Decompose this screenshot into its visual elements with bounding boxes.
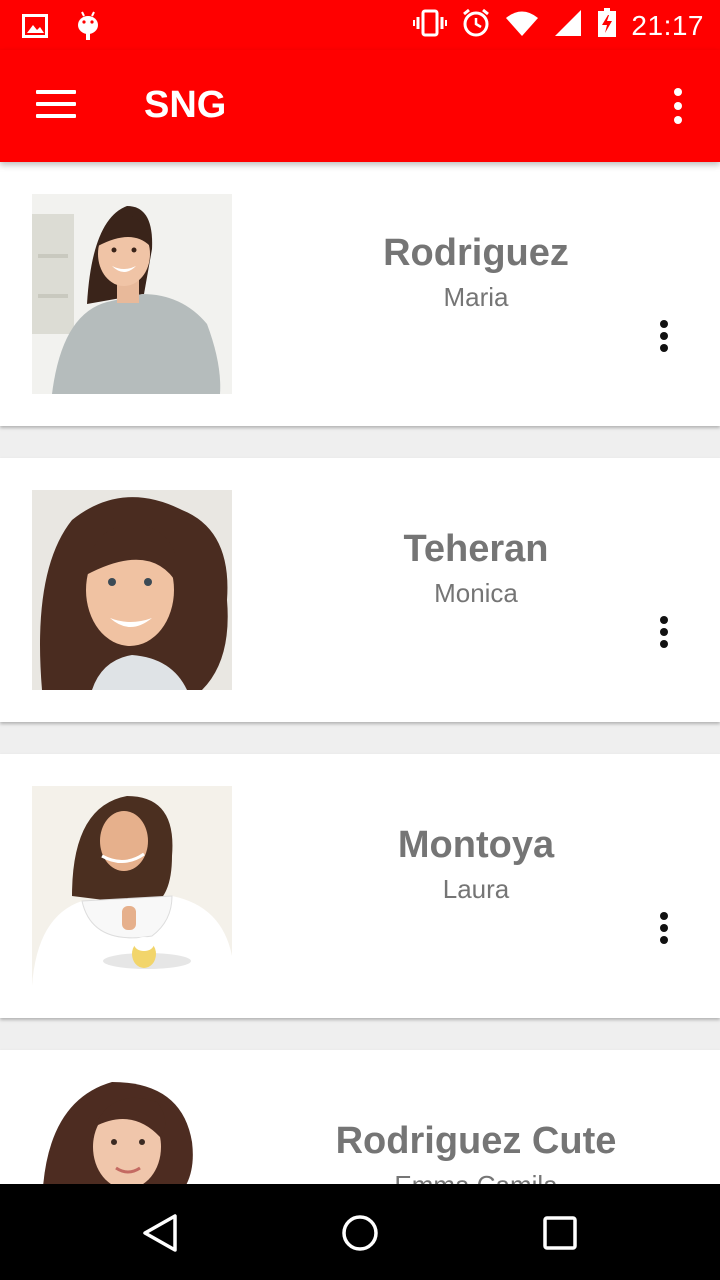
overflow-menu-icon[interactable] — [666, 88, 690, 128]
app-title: SNG — [144, 84, 227, 126]
home-icon[interactable] — [335, 1208, 385, 1258]
contact-first-name: Maria — [443, 282, 509, 312]
image-notification-icon — [22, 14, 48, 43]
contact-card[interactable]: Montoya Laura — [0, 754, 720, 1018]
contact-list[interactable]: Rodriguez Maria Teheran Monica Montoya L… — [0, 162, 720, 1184]
contact-surname: Teheran — [403, 528, 549, 570]
contact-first-name: Laura — [442, 874, 510, 904]
alarm-icon — [461, 8, 491, 43]
signal-icon — [553, 8, 583, 43]
contact-card[interactable]: Rodriguez Maria — [0, 162, 720, 426]
contact-surname: Montoya — [397, 824, 555, 866]
contact-card[interactable]: Rodriguez Cute Emma Camila — [0, 1050, 720, 1184]
card-overflow-menu-icon[interactable] — [650, 616, 678, 656]
wifi-icon — [505, 9, 539, 42]
contact-photo — [32, 490, 232, 690]
battery-charging-icon — [597, 8, 617, 43]
status-time: 21:17 — [631, 9, 704, 41]
contact-photo — [32, 1082, 232, 1184]
vibrate-icon — [413, 9, 448, 42]
back-icon[interactable] — [135, 1208, 185, 1258]
contact-first-name: Monica — [434, 578, 518, 608]
card-overflow-menu-icon[interactable] — [650, 912, 678, 952]
contact-photo — [32, 194, 232, 394]
contact-surname: Rodriguez — [383, 232, 569, 274]
contact-photo — [32, 786, 232, 986]
android-debug-icon — [76, 10, 100, 47]
app-bar: SNG — [0, 50, 720, 162]
contact-surname: Rodriguez Cute — [335, 1120, 617, 1162]
hamburger-menu-icon[interactable] — [36, 90, 76, 122]
contact-card[interactable]: Teheran Monica — [0, 458, 720, 722]
navigation-bar — [0, 1184, 720, 1280]
recents-icon[interactable] — [535, 1208, 585, 1258]
card-overflow-menu-icon[interactable] — [650, 320, 678, 360]
contact-first-name: Emma Camila — [232, 1170, 720, 1184]
status-bar: 21:17 — [0, 0, 720, 50]
